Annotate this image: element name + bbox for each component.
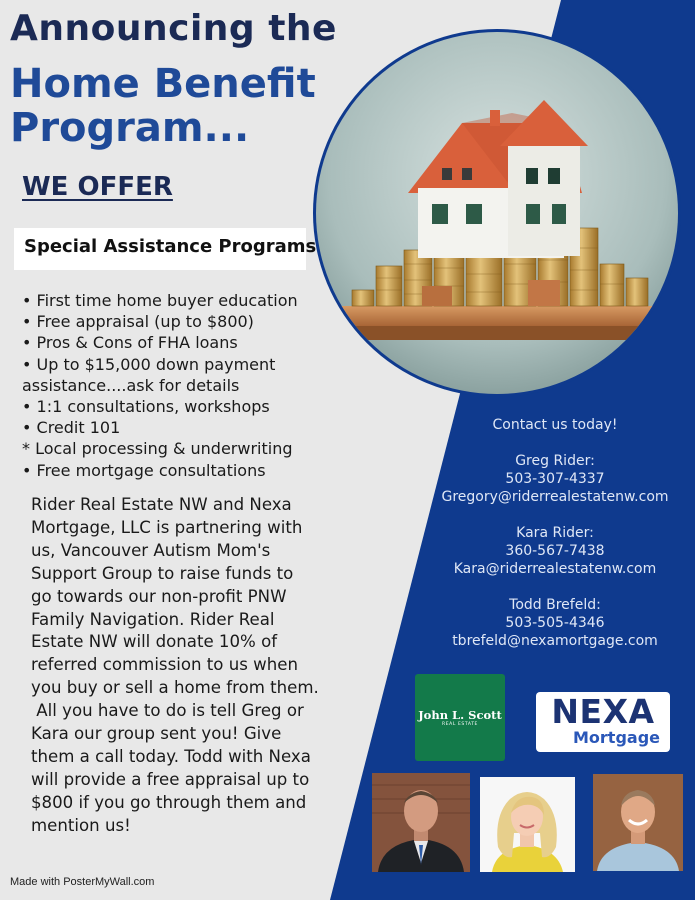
title-line-2-3: Home Benefit Program... (10, 62, 330, 150)
paragraph-line: them a call today. Todd with Nexa (31, 746, 311, 766)
title-line-2: Home Benefit (10, 61, 316, 107)
contact-phone: 360-567-7438 (505, 543, 605, 559)
paragraph-line: Family Navigation. Rider Real (31, 609, 275, 629)
title-line-1: Announcing the (10, 8, 337, 49)
paragraph-line: us, Vancouver Autism Mom's (31, 540, 271, 560)
paragraph-line: mention us! (31, 815, 131, 835)
paragraph-line: Support Group to raise funds to (31, 563, 294, 583)
paragraph-line: Estate NW will donate 10% of (31, 632, 278, 652)
nexa-mortgage-logo: NEXA Mortgage (536, 692, 670, 752)
list-item: • 1:1 consultations, workshops (22, 397, 270, 417)
list-item: • Credit 101 (22, 418, 121, 438)
nexa-logo-sub: Mortgage (572, 728, 660, 747)
paragraph-line: go towards our non-profit PNW (31, 586, 287, 606)
contact-email: tbrefeld@nexamortgage.com (452, 633, 658, 649)
paragraph-line: $800 if you go through them and (31, 792, 307, 812)
paragraph-line: Kara our group sent you! Give (31, 724, 282, 744)
title-line-3: Program... (10, 105, 250, 151)
paragraph-line: you buy or sell a home from them. (31, 678, 319, 698)
we-offer-heading: WE OFFER (22, 172, 173, 202)
todd-brefeld-photo (593, 774, 683, 871)
benefits-list: • First time home buyer education • Free… (22, 290, 322, 481)
list-item: * Local processing & underwriting (22, 439, 293, 459)
list-item: • Up to $15,000 down payment (22, 354, 276, 374)
paragraph-line: All you have to do is tell Greg or (31, 701, 304, 721)
paragraph-line: Mortgage, LLC is partnering with (31, 517, 303, 537)
contact-name: Greg Rider: (515, 453, 595, 469)
partnership-paragraph: Rider Real Estate NW and Nexa Mortgage, … (31, 494, 341, 838)
list-item: • Pros & Cons of FHA loans (22, 333, 238, 353)
contact-phone: 503-505-4346 (505, 615, 605, 631)
paragraph-line: Rider Real Estate NW and Nexa (31, 495, 292, 514)
paragraph-line: will provide a free appraisal up to (31, 769, 310, 789)
john-l-scott-logo: John L. Scott REAL ESTATE (415, 674, 505, 761)
paragraph-line: referred commission to us when (31, 655, 298, 675)
nexa-logo-name: NEXA (551, 692, 655, 731)
hero-house-coins-image (313, 29, 681, 397)
contact-phone: 503-307-4337 (505, 471, 605, 487)
special-assistance-title: Special Assistance Programs (24, 236, 317, 257)
list-item: assistance....ask for details (22, 375, 240, 395)
greg-rider-photo (372, 773, 470, 872)
contact-heading: Contact us today! (492, 417, 618, 433)
contact-name: Todd Brefeld: (509, 597, 601, 613)
list-item: • First time home buyer education (22, 291, 298, 310)
list-item: • Free mortgage consultations (22, 460, 266, 480)
special-assistance-box: Special Assistance Programs (14, 228, 316, 270)
john-l-scott-logo-name: John L. Scott (418, 707, 502, 722)
contact-email: Kara@riderrealestatenw.com (453, 561, 657, 577)
contact-name: Kara Rider: (516, 525, 594, 541)
john-l-scott-logo-sub: REAL ESTATE (441, 721, 478, 727)
list-item: • Free appraisal (up to $800) (22, 312, 254, 332)
contact-block: Contact us today! Greg Rider: 503-307-43… (430, 416, 680, 650)
footer-credit: Made with PosterMyWall.com (10, 876, 155, 888)
contact-email: Gregory@riderrealestatenw.com (441, 489, 669, 505)
kara-rider-photo (480, 777, 575, 872)
